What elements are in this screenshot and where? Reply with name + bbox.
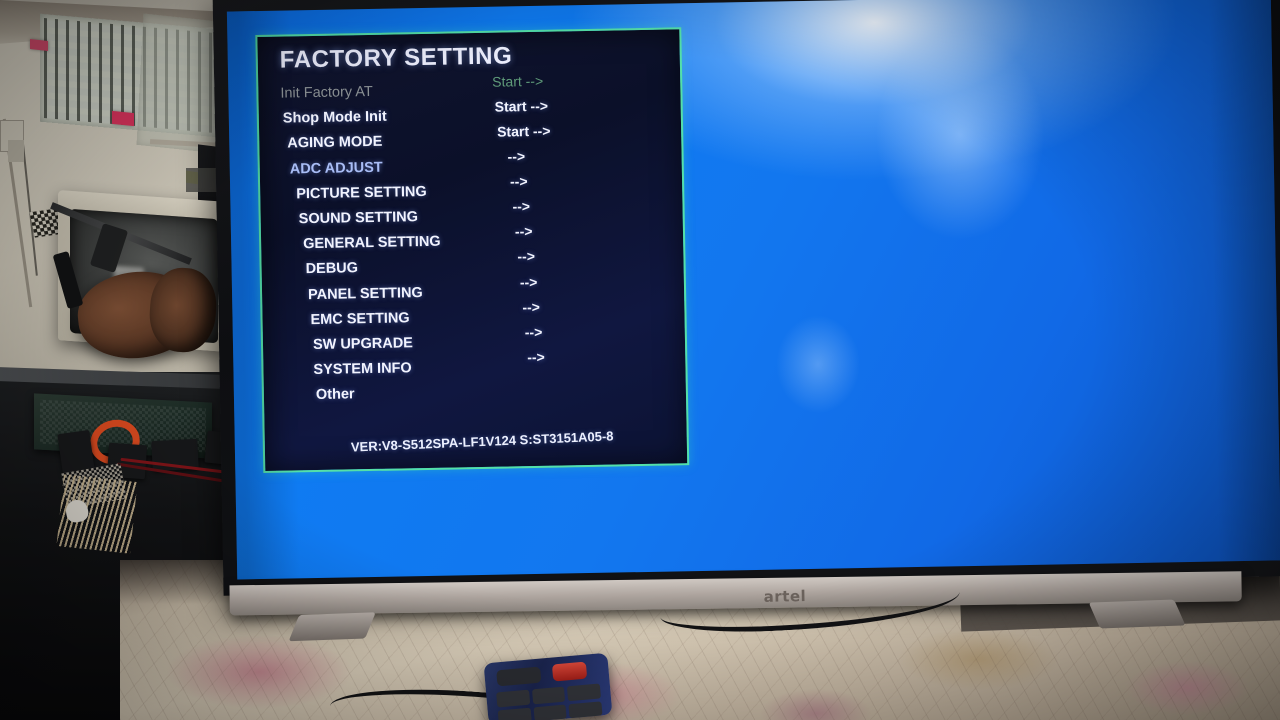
menu-item-value: --> [519,273,538,290]
menu-item-label: PICTURE SETTING [296,183,427,203]
component-block-1 [57,429,95,475]
remote-key[interactable] [497,707,532,720]
menu-inner: FACTORY SETTING Init Factory AT Start -->… [257,29,687,471]
menu-item-row[interactable]: GENERAL SETTING --> [261,223,683,259]
menu-item-row[interactable]: SW UPGRADE --> [263,323,685,360]
menu-item-value: --> [522,298,540,315]
menu-item-label: DEBUG [305,260,359,278]
menu-item-row[interactable]: EMC SETTING --> [262,298,684,335]
menu-item-row[interactable]: Other [264,377,686,410]
menu-item-value: --> [517,248,536,265]
menu-item-value: --> [524,323,543,341]
menu-item-label: Shop Mode Init [282,108,387,127]
tv-remote-control[interactable] [483,652,613,720]
menu-item-label: SW UPGRADE [312,335,414,353]
remote-key[interactable] [568,700,603,719]
tv-stand-right [1088,599,1186,629]
menu-item-row[interactable]: AGING MODE Start --> [259,123,681,159]
television: FACTORY SETTING Init Factory AT Start -->… [212,0,1280,642]
menu-item-row[interactable]: Shop Mode Init Start --> [259,97,681,133]
menu-item-row[interactable]: DEBUG --> [261,248,683,285]
firmware-version-text: VER:V8-S512SPA-LF1V124 S:ST3151A05-8 [350,428,614,455]
red-wall-tag-lower [112,110,134,127]
remote-key[interactable] [533,704,567,720]
menu-title: FACTORY SETTING [279,42,513,74]
menu-item-value: Start --> [496,123,551,141]
remote-power-button[interactable] [551,661,588,682]
menu-item-row[interactable]: ADC ADJUST --> [260,147,682,184]
menu-item-value: Start --> [494,97,549,115]
menu-item-value: --> [507,147,526,165]
menu-item-value: --> [514,223,533,240]
red-wall-tag-upper [30,39,48,51]
menu-item-label: EMC SETTING [310,309,410,328]
remote-keypad[interactable] [496,683,603,720]
tv-screen: FACTORY SETTING Init Factory AT Start -->… [226,0,1280,580]
menu-item-row[interactable]: PICTURE SETTING --> [260,172,682,209]
photo-scene: FACTORY SETTING Init Factory AT Start -->… [0,0,1280,720]
menu-item-row[interactable]: SYSTEM INFO --> [263,348,685,385]
menu-item-label: Init Factory AT [280,83,373,102]
menu-item-row[interactable]: Init Factory AT Start --> [258,72,680,108]
menu-item-label: SOUND SETTING [298,209,419,228]
menu-item-row[interactable]: PANEL SETTING --> [262,273,684,310]
wall-socket-secondary [8,140,24,162]
menu-item-label: GENERAL SETTING [303,233,441,253]
menu-item-label: AGING MODE [287,134,383,152]
menu-item-list: Init Factory AT Start --> Shop Mode Init St… [258,72,686,410]
menu-item-label: PANEL SETTING [307,284,423,303]
tv-stand-left [288,612,376,642]
menu-item-row[interactable]: SOUND SETTING --> [261,197,683,234]
menu-item-value: Start --> [492,72,544,90]
remote-function-button[interactable] [496,666,542,687]
menu-item-value: --> [512,197,531,215]
remote-key[interactable] [567,683,601,701]
menu-item-label: Other [315,386,355,404]
menu-item-value: --> [527,348,545,366]
remote-key[interactable] [531,686,566,704]
menu-item-label: SYSTEM INFO [313,360,412,379]
menu-item-value: --> [509,172,528,190]
factory-setting-menu[interactable]: FACTORY SETTING Init Factory AT Start -->… [255,27,690,473]
remote-key[interactable] [496,689,530,707]
menu-item-label: ADC ADJUST [289,159,383,178]
